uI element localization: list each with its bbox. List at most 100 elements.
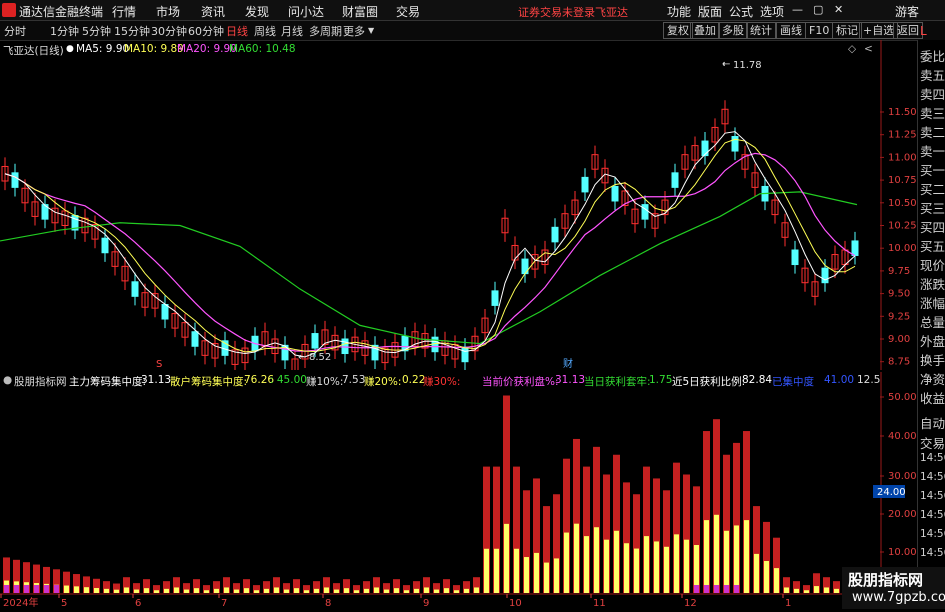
sidebar-item[interactable]: 买四 xyxy=(920,217,945,236)
sidebar-item[interactable]: 涨跌 xyxy=(920,274,945,293)
draw-button[interactable]: 画线 xyxy=(776,22,806,39)
sidebar-item[interactable]: 换手 xyxy=(920,350,945,369)
indicator-bar-inner xyxy=(214,588,219,593)
multi-stock-button[interactable]: 多股 xyxy=(718,22,748,39)
collapse-icon[interactable]: < xyxy=(864,43,873,55)
indicator-tick-label: 50.00 xyxy=(888,392,917,403)
sidebar-item[interactable]: 涨幅 xyxy=(920,293,945,312)
period-tab-week[interactable]: 周线 xyxy=(254,23,276,39)
finance-mark[interactable]: 财 xyxy=(563,357,573,370)
mark-button[interactable]: 标记 xyxy=(832,22,862,39)
sidebar-item[interactable]: 14:56 xyxy=(920,471,945,483)
sidebar-item[interactable]: 现价 xyxy=(920,255,945,274)
indicator-bar-inner xyxy=(104,588,109,593)
indicator-bar-inner xyxy=(174,587,179,593)
indicator-bar-inner xyxy=(594,527,599,593)
indicator-bar-inner xyxy=(744,520,749,593)
menu-item-options[interactable]: 选项 xyxy=(760,3,784,20)
sidebar-toggle-l[interactable]: L xyxy=(920,24,927,38)
back-button[interactable]: 返回 xyxy=(893,22,923,39)
candle-body xyxy=(581,176,589,193)
sidebar-item[interactable]: 14:56 xyxy=(920,547,945,559)
period-tab-30min[interactable]: 30分钟 xyxy=(151,23,187,39)
period-tab-multi[interactable]: 多周期 xyxy=(309,23,342,39)
menu-item-market[interactable]: 市场 xyxy=(156,3,180,20)
kline-chart[interactable]: 11.50 11.25 11.00 10.75 10.50 10.25 10.00 9.75 9… xyxy=(0,40,917,390)
indicator-bar-inner xyxy=(284,589,289,593)
period-tab-5min[interactable]: 5分钟 xyxy=(82,23,111,39)
period-tab-more[interactable]: 更多 xyxy=(343,23,365,39)
indicator-bar-mark xyxy=(14,585,19,593)
sidebar-item[interactable]: 外盘 xyxy=(920,331,945,350)
sidebar-item[interactable]: 14:56 xyxy=(920,490,945,502)
price-tick-label: 8.75 xyxy=(888,357,910,368)
indicator-bar-inner xyxy=(754,553,759,593)
indicator-bar-inner xyxy=(634,548,639,593)
sidebar-item[interactable]: 交易 xyxy=(920,433,945,452)
restore-icon[interactable]: ▢ xyxy=(813,3,823,16)
sidebar-item[interactable]: 收益 xyxy=(920,388,945,407)
sidebar-item[interactable]: 卖一 xyxy=(920,141,945,160)
menu-item-news[interactable]: 资讯 xyxy=(201,3,225,20)
menu-item-wealth[interactable]: 财富圈 xyxy=(342,3,378,20)
price-tick-label: 9.75 xyxy=(888,266,910,277)
stock-title: 飞亚达(日线) xyxy=(3,45,64,57)
indicator-bar-mark xyxy=(24,585,29,593)
sidebar-item[interactable]: 买五 xyxy=(920,236,945,255)
low-arrow: ← xyxy=(298,352,306,363)
menu-item-discover[interactable]: 发现 xyxy=(245,3,269,20)
sidebar-item[interactable]: 14:56 xyxy=(920,528,945,540)
time-tick-label: 7 xyxy=(221,598,227,609)
indicator-bar-inner xyxy=(304,590,309,593)
app-logo-icon xyxy=(2,3,16,17)
indicator-bar-inner xyxy=(764,561,769,593)
sidebar-item[interactable]: 卖二 xyxy=(920,122,945,141)
indicator-bar-inner xyxy=(664,546,669,593)
adjust-button[interactable]: 复权 xyxy=(663,22,693,39)
period-tab-month[interactable]: 月线 xyxy=(281,23,303,39)
sidebar-item[interactable]: 委比 xyxy=(920,46,945,65)
indicator-chart[interactable]: 50.00 40.00 30.00 20.00 10.00 24.00 2024年 5 6 7… xyxy=(0,372,917,609)
candle-body xyxy=(701,140,709,157)
settings-diamond-icon[interactable]: ◇ xyxy=(848,43,856,55)
sidebar-item[interactable]: 买一 xyxy=(920,160,945,179)
sidebar-item[interactable]: 买三 xyxy=(920,198,945,217)
sidebar-item[interactable]: 总量 xyxy=(920,312,945,331)
sidebar-item[interactable]: 净资 xyxy=(920,369,945,388)
menu-item-trade[interactable]: 交易 xyxy=(396,3,420,20)
sidebar-item[interactable]: 买二 xyxy=(920,179,945,198)
login-notice[interactable]: 证券交易未登录 xyxy=(518,4,595,20)
period-tab-1min[interactable]: 1分钟 xyxy=(50,23,79,39)
f10-button[interactable]: F10 xyxy=(805,22,834,39)
menu-item-formula[interactable]: 公式 xyxy=(729,3,753,20)
more-chevron-icon[interactable]: ▼ xyxy=(368,26,374,35)
menu-item-layout[interactable]: 版面 xyxy=(698,3,722,20)
sidebar-item[interactable]: 自动 xyxy=(920,413,945,432)
menu-item-ask[interactable]: 问小达 xyxy=(288,3,324,20)
menu-item-quotes[interactable]: 行情 xyxy=(112,3,136,20)
time-axis: 2024年 5 6 7 8 9 10 11 12 1 xyxy=(0,594,791,609)
price-tick-label: 9.50 xyxy=(888,289,910,300)
menu-item-function[interactable]: 功能 xyxy=(667,3,691,20)
indicator-bar-inner xyxy=(294,588,299,593)
period-tab-day[interactable]: 日线 xyxy=(226,23,248,39)
indicator-bar-inner xyxy=(204,590,209,593)
period-tab-timeshare[interactable]: 分时 xyxy=(4,23,26,39)
minimize-icon[interactable]: — xyxy=(792,3,803,16)
stats-button[interactable]: 统计 xyxy=(746,22,776,39)
overlay-button[interactable]: 叠加 xyxy=(690,22,720,39)
sidebar-item[interactable]: 14:56 xyxy=(920,452,945,464)
period-tab-60min[interactable]: 60分钟 xyxy=(188,23,224,39)
sidebar-item[interactable]: 卖五 xyxy=(920,65,945,84)
sidebar-item[interactable]: 卖三 xyxy=(920,103,945,122)
guest-label[interactable]: 游客 xyxy=(895,3,919,20)
price-tick-label: 10.25 xyxy=(888,221,917,232)
sidebar-item[interactable]: 卖四 xyxy=(920,84,945,103)
indicator-bar-inner xyxy=(364,588,369,593)
candle-body xyxy=(851,240,859,256)
period-tab-15min[interactable]: 15分钟 xyxy=(114,23,150,39)
indicator-bar-inner xyxy=(184,589,189,593)
close-icon[interactable]: ✕ xyxy=(834,3,843,16)
price-tick-label: 9.00 xyxy=(888,334,910,345)
sidebar-item[interactable]: 14:56 xyxy=(920,509,945,521)
